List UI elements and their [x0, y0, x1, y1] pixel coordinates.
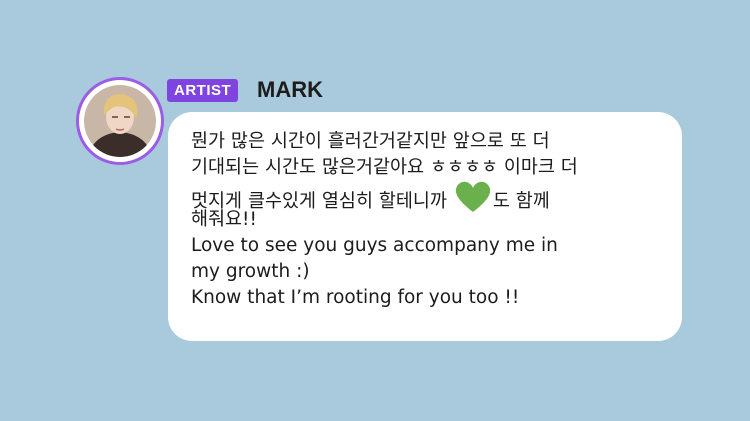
message-line: my growth :) [191, 261, 310, 282]
green-heart-icon [454, 181, 492, 221]
message-line: Love to see you guys accompany me in [191, 235, 558, 256]
artist-badge: ARTIST [167, 79, 239, 102]
artist-avatar[interactable] [76, 77, 164, 165]
artist-name: MARK [257, 77, 323, 102]
message-line: 뭔가 많은 시간이 흘러간거같지만 앞으로 또 더 [191, 131, 550, 152]
message-bubble: 뭔가 많은 시간이 흘러간거같지만 앞으로 또 더 기대되는 시간도 많은거같아… [168, 112, 682, 341]
message-line-with-emoji: 멋지게 클수있게 열심히 할테니까 도 함께 [191, 181, 664, 212]
message-text: 도 함께 [492, 191, 550, 212]
message-line: 기대되는 시간도 많은거같아요 ㅎㅎㅎㅎ 이마크 더 [191, 157, 578, 178]
message-line: Know that I’m rooting for you too !! [191, 287, 520, 308]
avatar-photo [84, 85, 156, 157]
